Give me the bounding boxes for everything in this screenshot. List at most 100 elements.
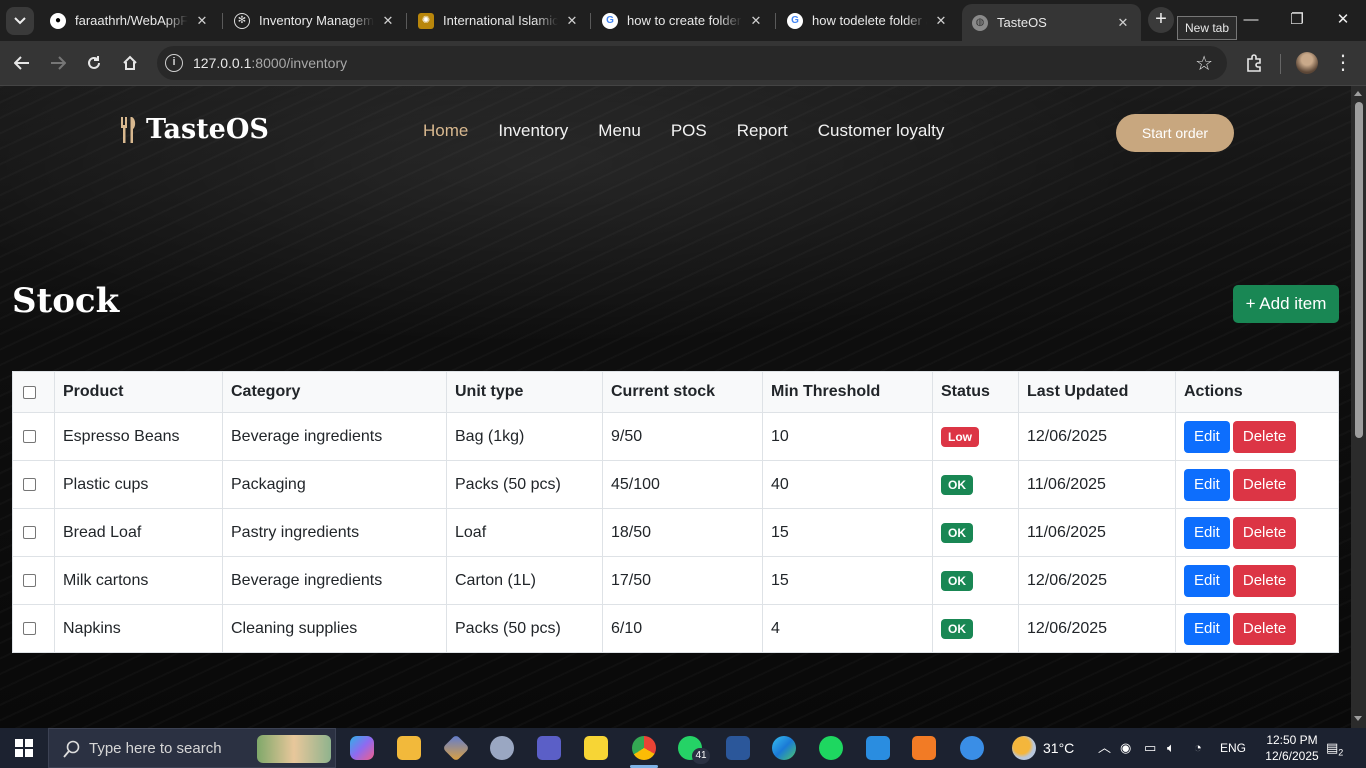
address-bar: i 127.0.0.1:8000/inventory ☆ ⋮ — [0, 41, 1366, 86]
scroll-down-arrow-icon[interactable] — [1354, 716, 1362, 721]
minimize-icon[interactable]: — — [1236, 8, 1266, 32]
nav-home[interactable]: Home — [423, 121, 468, 141]
status-cell: OK — [932, 556, 1019, 605]
browser-menu-button[interactable]: ⋮ — [1330, 50, 1356, 76]
nav-inventory[interactable]: Inventory — [498, 121, 568, 141]
edge-icon[interactable] — [772, 736, 796, 760]
extensions-button[interactable] — [1241, 50, 1267, 76]
tab-create-folder[interactable]: G how to create folder i ✕ — [592, 6, 774, 35]
start-button[interactable] — [0, 728, 48, 768]
whatsapp-icon[interactable]: 41 — [678, 736, 710, 764]
tab-github[interactable]: ● faraathrh/WebAppFin ✕ — [40, 6, 220, 35]
tab-inventory-management[interactable]: ✻ Inventory Manageme ✕ — [224, 6, 406, 35]
nav-pos[interactable]: POS — [671, 121, 707, 141]
virtualbox-icon[interactable] — [442, 734, 470, 762]
battery-icon[interactable]: ▭ — [1144, 728, 1156, 768]
vscode-icon[interactable] — [866, 736, 890, 760]
spotify-icon[interactable] — [819, 736, 843, 760]
edit-button[interactable]: Edit — [1184, 612, 1230, 645]
notifications-icon[interactable]: ▤2 — [1326, 728, 1343, 768]
close-tab-icon[interactable]: ✕ — [1115, 15, 1131, 31]
whatsapp-badge: 41 — [692, 748, 710, 764]
network-icon[interactable]: ◔ — [1194, 728, 1202, 768]
home-button[interactable] — [117, 50, 143, 76]
chrome-icon[interactable] — [630, 736, 658, 768]
nav-customer-loyalty[interactable]: Customer loyalty — [818, 121, 945, 141]
select-all-checkbox[interactable] — [23, 385, 36, 399]
row-checkbox[interactable] — [23, 526, 36, 539]
updated-cell: 12/06/2025 — [1018, 556, 1176, 605]
delete-button[interactable]: Delete — [1232, 516, 1297, 549]
volume-icon[interactable]: 🔈︎ — [1167, 728, 1175, 768]
chevron-up-icon[interactable]: ︿ — [1098, 728, 1111, 768]
forward-button[interactable] — [45, 50, 71, 76]
taskbar-search-input[interactable]: Type here to search — [48, 728, 336, 768]
close-tab-icon[interactable]: ✕ — [194, 13, 210, 29]
tab-international-islamic[interactable]: ✺ International Islamic U ✕ — [408, 6, 590, 35]
close-tab-icon[interactable]: ✕ — [933, 13, 949, 29]
university-icon: ✺ — [418, 12, 434, 29]
nav-menu[interactable]: Menu — [598, 121, 641, 141]
row-select-cell — [12, 604, 55, 653]
delete-button[interactable]: Delete — [1232, 612, 1297, 645]
weather-icon[interactable] — [1012, 736, 1036, 760]
row-checkbox[interactable] — [23, 622, 36, 635]
temperature-label[interactable]: 31°C — [1043, 728, 1074, 768]
scrollbar-thumb[interactable] — [1355, 102, 1363, 438]
openai-icon: ✻ — [234, 12, 250, 29]
brand-logo[interactable]: TasteOS — [120, 114, 269, 145]
edit-button[interactable]: Edit — [1184, 564, 1230, 597]
start-order-button[interactable]: Start order — [1116, 114, 1234, 152]
close-tab-icon[interactable]: ✕ — [564, 13, 580, 29]
tab-tasteos[interactable]: ◍ TasteOS ✕ — [962, 4, 1141, 41]
profile-avatar[interactable] — [1296, 52, 1318, 74]
browser-tab-bar: ● faraathrh/WebAppFin ✕ ✻ Inventory Mana… — [0, 0, 1366, 41]
tab-search-button[interactable] — [6, 7, 34, 35]
updated-cell: 12/06/2025 — [1018, 412, 1176, 461]
copilot-icon[interactable] — [350, 736, 374, 760]
edit-button[interactable]: Edit — [1184, 420, 1230, 453]
current-stock-cell: 6/10 — [602, 604, 763, 653]
tab-delete-folder[interactable]: G how todelete folder a ✕ — [777, 6, 959, 35]
row-checkbox[interactable] — [23, 430, 36, 443]
nav-report[interactable]: Report — [737, 121, 788, 141]
bookmark-star-icon[interactable]: ☆ — [1195, 51, 1213, 76]
close-tab-icon[interactable]: ✕ — [380, 13, 396, 29]
kebab-menu-icon: ⋮ — [1333, 52, 1353, 74]
teams-icon[interactable] — [537, 736, 561, 760]
status-badge: OK — [941, 522, 973, 543]
row-checkbox[interactable] — [23, 478, 36, 491]
rstudio-icon[interactable] — [490, 736, 514, 760]
maximize-icon[interactable]: ❐ — [1282, 8, 1312, 32]
product-cell: Plastic cups — [54, 460, 223, 509]
table-row: Espresso Beans Beverage ingredients Bag … — [12, 412, 1339, 461]
back-button[interactable] — [9, 50, 35, 76]
clock[interactable]: 12:50 PM 12/6/2025 — [1261, 728, 1323, 768]
page-scrollbar[interactable] — [1351, 86, 1366, 728]
close-window-icon[interactable]: ✕ — [1328, 8, 1358, 32]
file-explorer-icon[interactable] — [397, 736, 421, 760]
location-icon[interactable]: ◉ — [1120, 728, 1131, 768]
search-highlight-image — [257, 735, 331, 763]
delete-button[interactable]: Delete — [1232, 564, 1297, 597]
delete-button[interactable]: Delete — [1232, 468, 1297, 501]
site-info-icon[interactable]: i — [165, 54, 183, 72]
edit-button[interactable]: Edit — [1184, 468, 1230, 501]
status-badge: OK — [941, 474, 973, 495]
new-tab-button[interactable]: + — [1148, 7, 1174, 33]
row-checkbox[interactable] — [23, 574, 36, 587]
help-icon[interactable] — [960, 736, 984, 760]
add-item-button[interactable]: + Add item — [1233, 285, 1339, 323]
language-indicator[interactable]: ENG — [1220, 728, 1246, 768]
word-icon[interactable] — [726, 736, 750, 760]
sticky-notes-icon[interactable] — [584, 736, 608, 760]
xampp-icon[interactable] — [912, 736, 936, 760]
scroll-up-arrow-icon[interactable] — [1354, 91, 1362, 96]
status-badge: OK — [941, 618, 973, 639]
edit-button[interactable]: Edit — [1184, 516, 1230, 549]
row-select-cell — [12, 412, 55, 461]
close-tab-icon[interactable]: ✕ — [748, 13, 764, 29]
delete-button[interactable]: Delete — [1232, 420, 1297, 453]
reload-button[interactable] — [81, 50, 107, 76]
url-input[interactable]: i 127.0.0.1:8000/inventory ☆ — [157, 46, 1227, 80]
